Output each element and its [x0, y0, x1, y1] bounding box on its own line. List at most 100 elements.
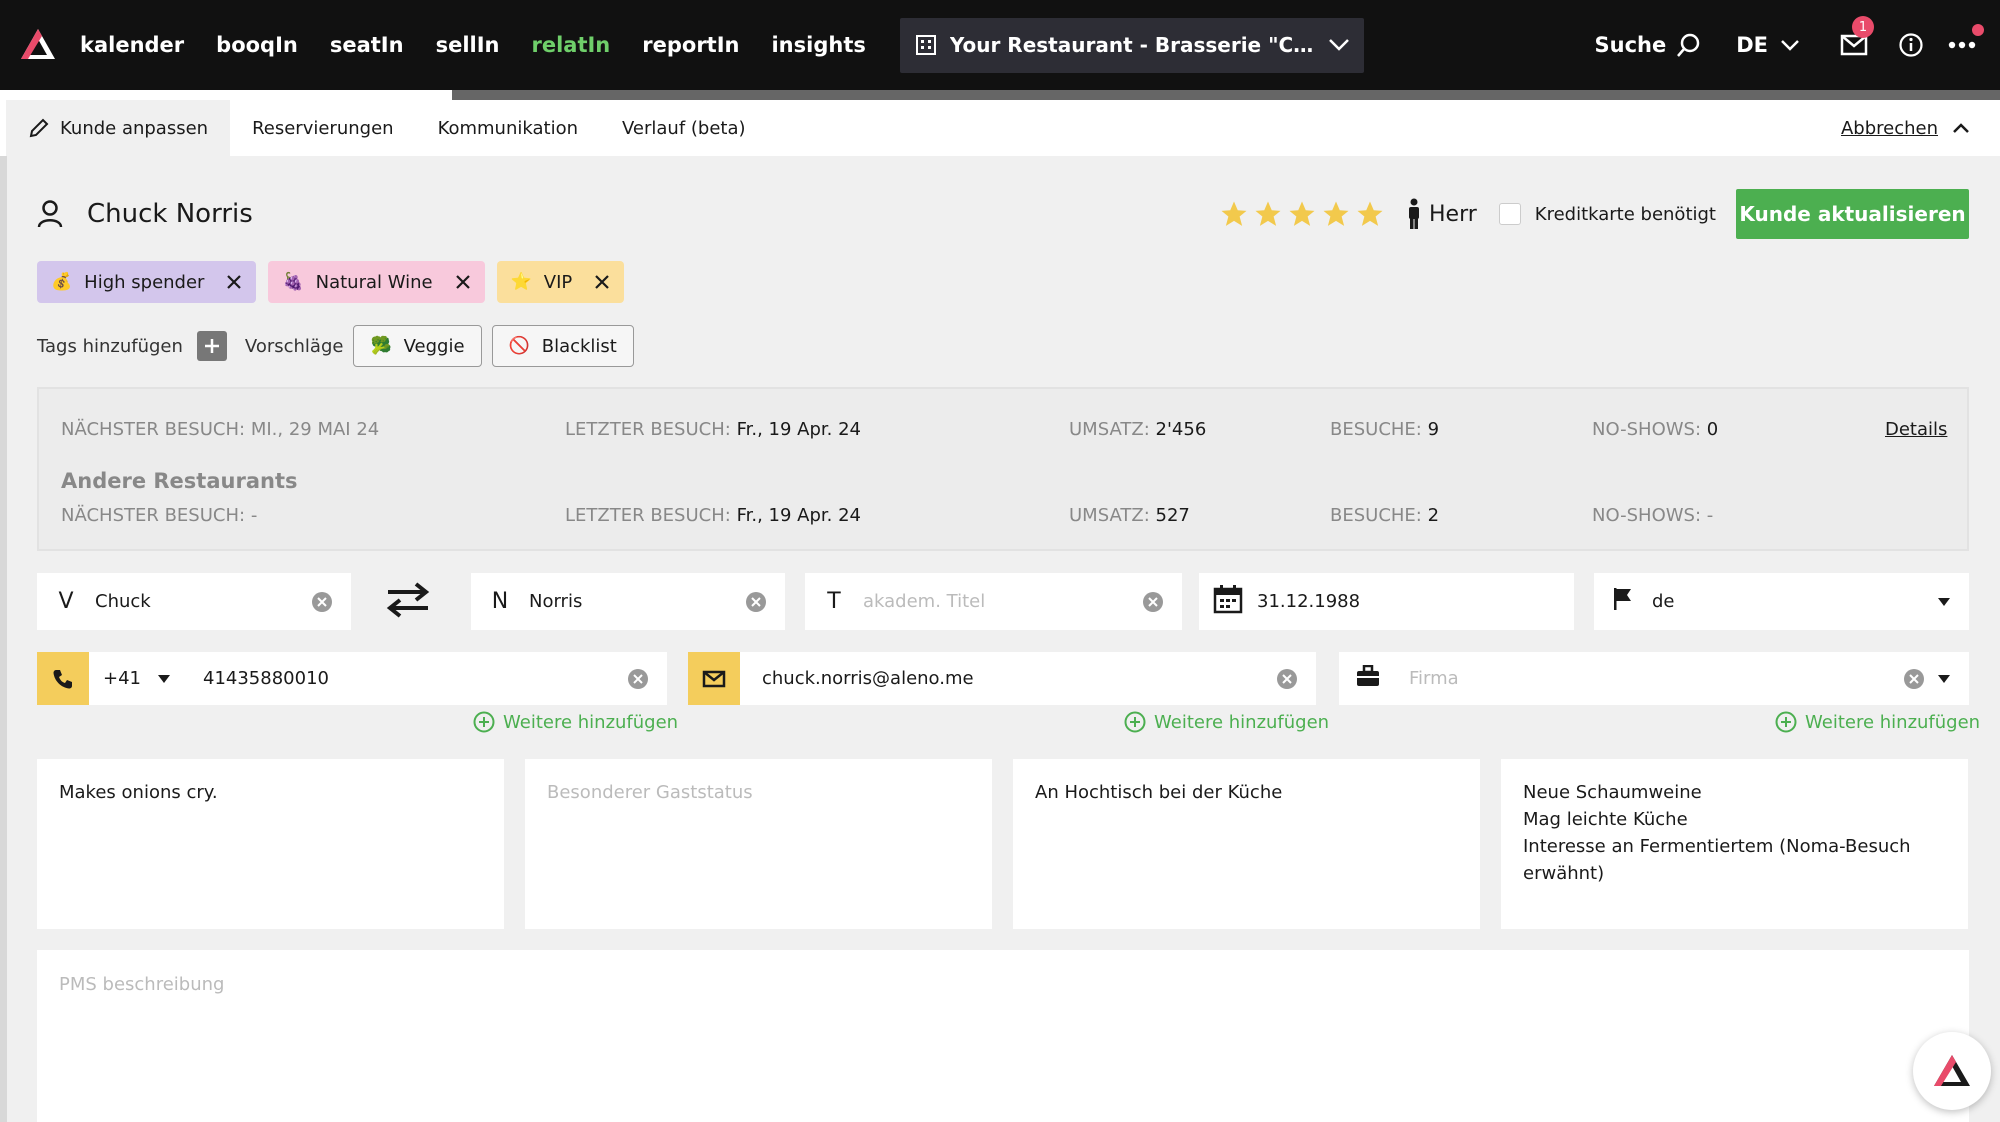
close-icon[interactable]	[594, 274, 610, 290]
calendar-icon	[1213, 584, 1243, 613]
stat-revenue: UMSATZ: 2'456	[1069, 419, 1207, 440]
suggestion-blacklist[interactable]: 🚫 Blacklist	[491, 325, 634, 367]
phone-field[interactable]: +41 41435880010	[37, 652, 667, 705]
last-name-prefix: N	[491, 589, 509, 614]
company-field[interactable]: Firma	[1339, 652, 1969, 705]
salutation-toggle[interactable]: Herr	[1407, 198, 1477, 230]
language-selector[interactable]: DE	[1736, 33, 1800, 57]
more-menu-button[interactable]	[1948, 24, 1984, 60]
search-icon[interactable]	[1676, 32, 1702, 58]
add-more-company-link[interactable]: Weitere hinzufügen	[1775, 711, 1980, 733]
close-icon[interactable]	[455, 274, 471, 290]
tab-reservations[interactable]: Reservierungen	[230, 100, 415, 156]
first-name-prefix: V	[58, 589, 74, 614]
loading-strip	[0, 90, 2000, 100]
tag-chip: 💰 High spender	[37, 261, 257, 303]
clear-icon[interactable]	[311, 591, 333, 613]
add-tag-button[interactable]	[196, 331, 227, 361]
chevron-down-icon	[1781, 40, 1799, 51]
email-field[interactable]: chuck.norris@aleno.me	[688, 652, 1316, 705]
caret-down-icon[interactable]	[157, 674, 171, 684]
email-value[interactable]: chuck.norris@aleno.me	[762, 668, 1276, 689]
salutation-label: Herr	[1428, 201, 1477, 227]
plus-circle-icon	[1124, 711, 1146, 733]
language-label: DE	[1736, 33, 1768, 57]
tab-communication[interactable]: Kommunikation	[416, 100, 600, 156]
tab-edit-customer[interactable]: Kunde anpassen	[6, 100, 231, 156]
star-icon[interactable]	[1355, 199, 1385, 229]
clear-icon[interactable]	[1276, 668, 1298, 690]
birthday-field[interactable]: 31.12.1988	[1199, 573, 1574, 630]
mail-count-badge: 1	[1852, 16, 1874, 38]
nav-booqin[interactable]: booqIn	[216, 33, 298, 57]
add-more-phone-link[interactable]: Weitere hinzufügen	[473, 711, 678, 733]
grapes-icon: 🍇	[282, 272, 304, 292]
nav-kalender[interactable]: kalender	[80, 33, 184, 57]
last-name-value[interactable]: Norris	[529, 591, 745, 612]
note-guest-status[interactable]: Besonderer Gaststatus	[525, 759, 992, 929]
details-link[interactable]: Details	[1885, 419, 1947, 440]
update-customer-button[interactable]: Kunde aktualisieren	[1736, 189, 1969, 239]
aleno-help-button[interactable]	[1913, 1032, 1991, 1110]
tag-actions: Tags hinzufügen Vorschläge 🥦 Veggie 🚫 Bl…	[37, 324, 634, 368]
nav-insights[interactable]: insights	[771, 33, 865, 57]
tab-history[interactable]: Verlauf (beta)	[600, 100, 768, 156]
nav-relatin[interactable]: relatIn	[531, 33, 610, 57]
suggestion-label: Blacklist	[541, 335, 617, 357]
stat-other-next-visit: NÄCHSTER BESUCH: -	[61, 505, 258, 526]
search-label[interactable]: Suche	[1595, 33, 1667, 57]
birthday-value[interactable]: 31.12.1988	[1257, 591, 1574, 612]
language-field[interactable]: de	[1594, 573, 1969, 630]
user-icon	[37, 200, 63, 228]
clear-icon[interactable]	[745, 591, 767, 613]
caret-down-icon[interactable]	[1937, 597, 1951, 607]
phone-number[interactable]: 41435880010	[203, 668, 627, 689]
credit-card-checkbox[interactable]	[1498, 203, 1521, 225]
flag-icon	[1614, 587, 1631, 610]
cancel-button[interactable]: Abbrechen	[1841, 100, 1970, 156]
title-placeholder[interactable]: akadem. Titel	[863, 591, 1142, 612]
nav-reportin[interactable]: reportIn	[642, 33, 739, 57]
language-value[interactable]: de	[1652, 591, 1937, 612]
clear-icon[interactable]	[1142, 591, 1164, 613]
add-more-email-link[interactable]: Weitere hinzufügen	[1124, 711, 1329, 733]
tab-label: Kunde anpassen	[60, 117, 209, 139]
swap-names-icon[interactable]	[384, 578, 432, 622]
mail-button[interactable]: 1	[1840, 16, 1874, 60]
star-icon[interactable]	[1219, 199, 1249, 229]
guest-header: Chuck Norris Herr Kreditkarte benötigt K…	[37, 188, 1969, 240]
rating-stars	[1219, 199, 1385, 229]
note-general[interactable]: Makes onions cry.	[37, 759, 504, 929]
prohibited-icon: 🚫	[508, 336, 530, 356]
clear-icon[interactable]	[1903, 668, 1925, 690]
restaurant-selector[interactable]: Your Restaurant - Brasserie "Chez Fr...	[899, 17, 1364, 73]
nav-seatin[interactable]: seatIn	[330, 33, 404, 57]
info-icon[interactable]	[1898, 32, 1924, 58]
first-name-field[interactable]: V Chuck	[37, 573, 351, 630]
star-icon[interactable]	[1253, 199, 1283, 229]
title-field[interactable]: T akadem. Titel	[805, 573, 1182, 630]
pms-description-field[interactable]: PMS beschreibung	[37, 950, 1969, 1122]
stat-other-noshows: NO-SHOWS: -	[1592, 505, 1714, 526]
phone-country-code[interactable]: +41	[103, 668, 141, 689]
briefcase-icon	[1357, 664, 1379, 686]
first-name-value[interactable]: Chuck	[95, 591, 311, 612]
suggestion-veggie[interactable]: 🥦 Veggie	[353, 325, 482, 367]
company-placeholder[interactable]: Firma	[1409, 668, 1903, 689]
star-icon[interactable]	[1321, 199, 1351, 229]
note-preferences[interactable]: Neue Schaumweine Mag leichte Küche Inter…	[1501, 759, 1968, 929]
tag-label: High spender	[84, 271, 205, 293]
note-table-preference[interactable]: An Hochtisch bei der Küche	[1013, 759, 1480, 929]
close-icon[interactable]	[226, 274, 242, 290]
nav-sellin[interactable]: sellIn	[436, 33, 500, 57]
other-restaurants-title: Andere Restaurants	[61, 469, 298, 493]
star-icon[interactable]	[1287, 199, 1317, 229]
email-prefix	[688, 652, 740, 705]
aleno-logo-icon[interactable]	[18, 25, 58, 65]
notification-dot	[1972, 24, 1984, 36]
last-name-field[interactable]: N Norris	[471, 573, 785, 630]
stat-visits: BESUCHE: 9	[1330, 419, 1440, 440]
caret-down-icon[interactable]	[1937, 674, 1951, 684]
clear-icon[interactable]	[627, 668, 649, 690]
envelope-icon	[702, 670, 726, 687]
